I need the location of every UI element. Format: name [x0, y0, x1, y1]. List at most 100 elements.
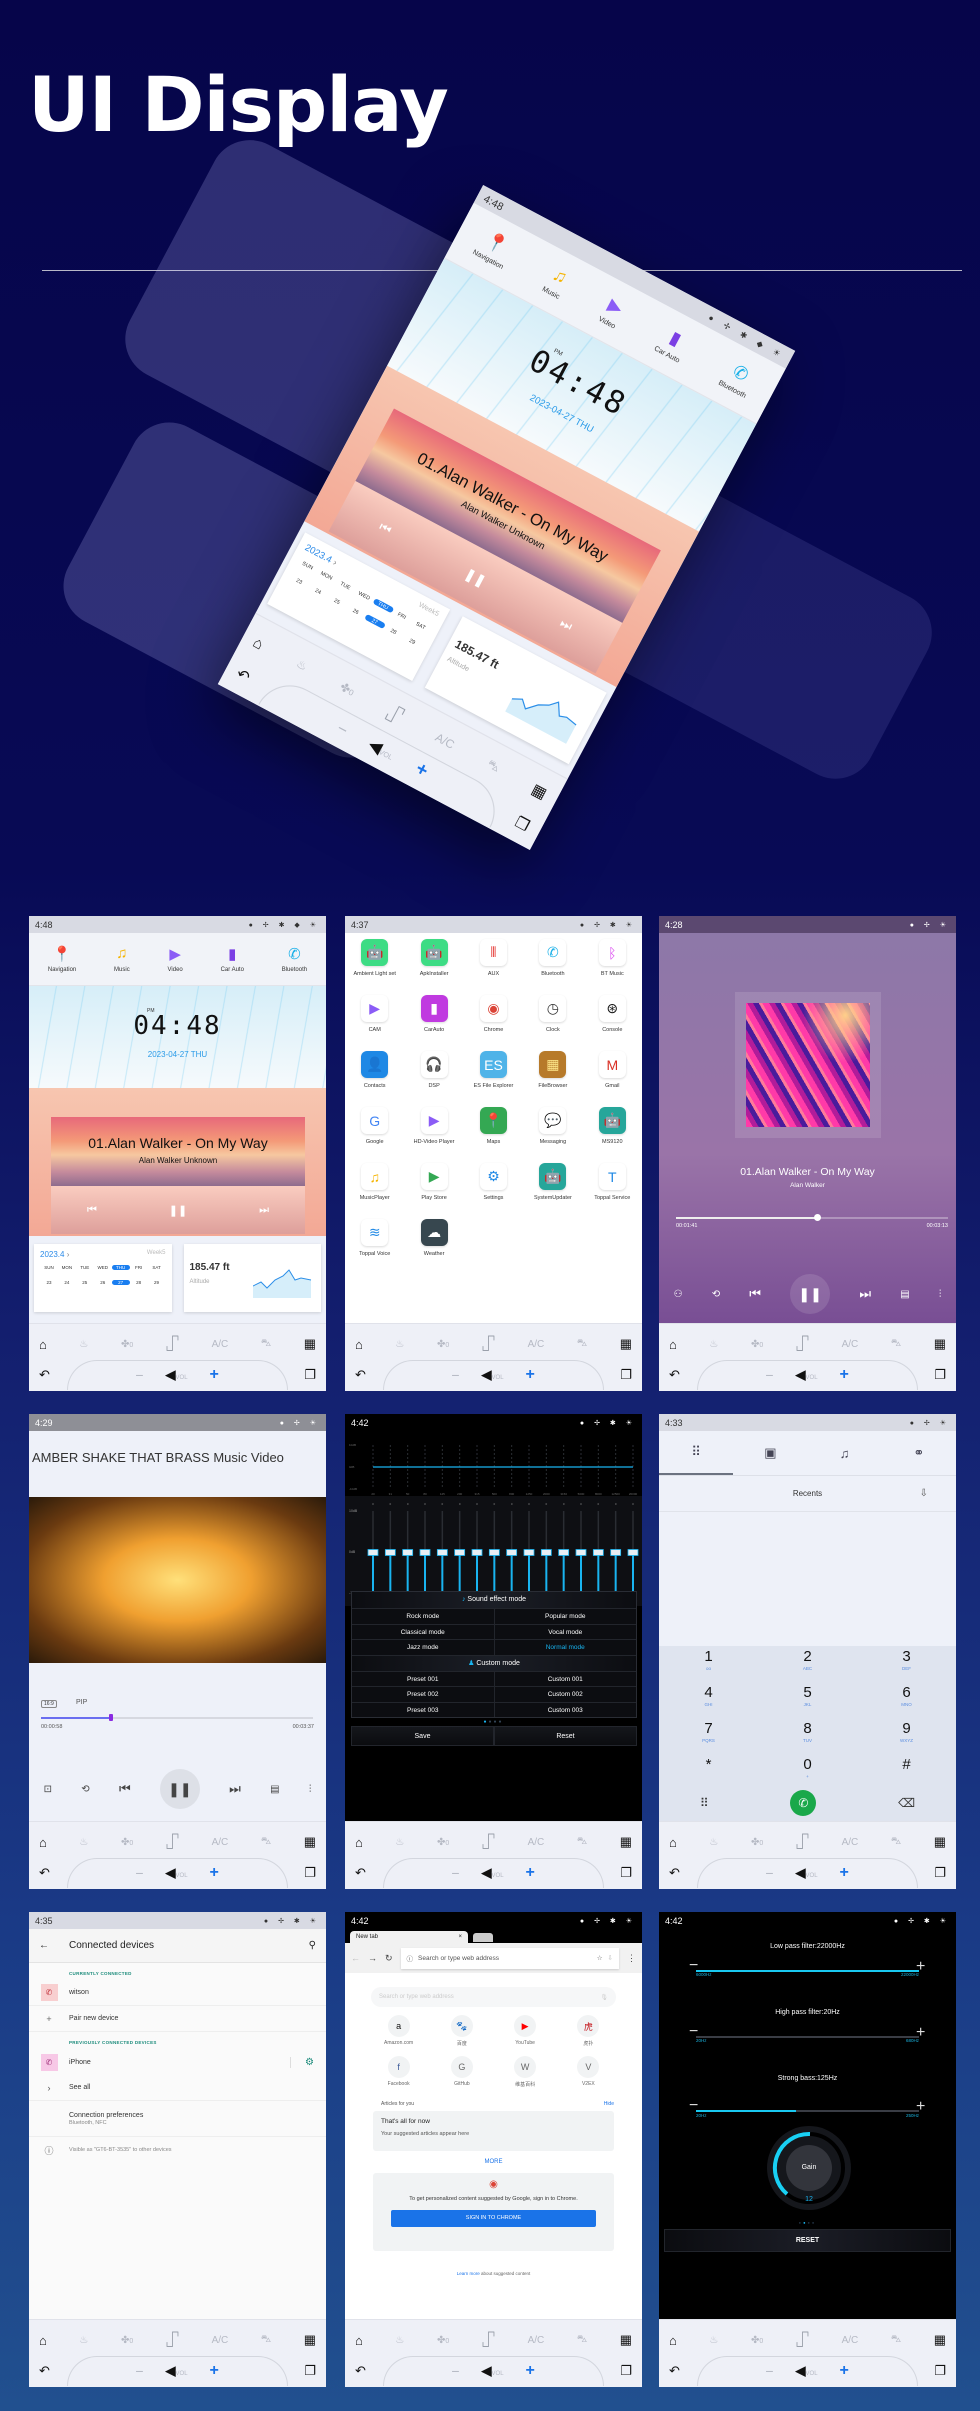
recent-apps-icon[interactable]: ❐ [934, 1865, 946, 1881]
dial-key[interactable]: 4 GHI [659, 1685, 758, 1721]
mic-icon[interactable]: 🎙 [600, 1994, 608, 2001]
filter-slider[interactable] [696, 1970, 919, 1972]
next-icon[interactable]: ⏭ [229, 1781, 241, 1797]
car-icon[interactable]: ⛍ [891, 1338, 901, 1351]
apps-grid-icon[interactable]: ▦ [934, 1834, 946, 1850]
volume-down-button[interactable]: − [135, 1367, 143, 1383]
band-slider-knob[interactable] [627, 1549, 639, 1556]
new-tab-button[interactable] [473, 1933, 493, 1942]
app-messaging[interactable]: 💬 Messaging [523, 1107, 582, 1163]
search-icon[interactable]: ⚲ [309, 1940, 316, 1951]
volume-down-button[interactable]: − [334, 718, 352, 739]
seat-icon[interactable]: ⑀ [796, 1829, 809, 1855]
car-icon[interactable]: ⛍ [484, 757, 502, 776]
pause-button[interactable]: ❚❚ [790, 1274, 831, 1314]
band-slider-knob[interactable] [402, 1549, 414, 1556]
seat-icon[interactable]: ⑀ [796, 2327, 809, 2353]
volume-up-button[interactable]: + [210, 2362, 219, 2380]
previous-icon[interactable]: ⏮ [376, 519, 394, 538]
ac-button[interactable]: A/C [212, 1339, 229, 1350]
mode-popular[interactable]: Popular mode [493, 1609, 637, 1624]
app-carauto[interactable]: ▮ CarAuto [404, 995, 463, 1051]
fan-icon[interactable]: ✤0 [338, 680, 357, 698]
shortcut-tile[interactable]: a Amazon.com [367, 2015, 430, 2056]
back-icon[interactable]: ↶ [39, 2363, 50, 2379]
calendar-date[interactable]: 29 [402, 634, 424, 649]
app-filebrowser[interactable]: ▦ FileBrowser [523, 1051, 582, 1107]
fan-icon[interactable]: ✤0 [437, 1339, 449, 1350]
fan-icon[interactable]: ✤0 [121, 1339, 133, 1350]
app-bluetooth[interactable]: ✆ Bluetooth [282, 945, 307, 973]
gain-knob[interactable]: Gain 12 [767, 2126, 851, 2210]
home-icon[interactable]: ⌂ [355, 1835, 363, 1850]
connection-preferences[interactable]: Connection preferences Bluetooth, NFC [29, 2101, 326, 2137]
car-icon[interactable]: ⛍ [891, 2334, 901, 2347]
back-icon[interactable]: ↶ [39, 1367, 50, 1383]
app-cam[interactable]: ▶ CAM [345, 995, 404, 1051]
band-slider-knob[interactable] [471, 1549, 483, 1556]
app-dsp[interactable]: 🎧 DSP [404, 1051, 463, 1107]
device-iphone[interactable]: ✆ iPhone ⚙ [29, 2049, 326, 2075]
recent-apps-icon[interactable]: ❐ [620, 2363, 632, 2379]
volume-up-button[interactable]: + [840, 1864, 849, 1882]
next-icon[interactable]: ⏭ [259, 1204, 269, 1217]
tab-link[interactable]: ⚭ [882, 1431, 956, 1475]
band-slider-knob[interactable] [454, 1549, 466, 1556]
band-slider-knob[interactable] [506, 1549, 518, 1556]
car-icon[interactable]: ⛍ [577, 1836, 587, 1849]
seat-icon[interactable]: ⑀ [166, 1331, 179, 1357]
app-video[interactable]: ▶ Video [597, 293, 629, 331]
dial-key[interactable]: 5 JKL [758, 1685, 857, 1721]
app-car-auto[interactable]: ▮ Car Auto [653, 322, 693, 365]
recent-apps-icon[interactable]: ❐ [512, 813, 533, 836]
dial-key[interactable]: 2 ABC [758, 1649, 857, 1685]
dial-key[interactable]: 7 PQRS [659, 1721, 758, 1757]
seat-icon[interactable]: ⑀ [482, 1829, 495, 1855]
calendar-date[interactable]: 24 [58, 1280, 76, 1285]
shortcut-tile[interactable]: G GitHub [430, 2056, 493, 2097]
preset-002[interactable]: Preset 002 [352, 1687, 494, 1702]
shortcut-tile[interactable]: W 维基百科 [494, 2056, 557, 2097]
back-icon[interactable]: ↶ [669, 1865, 680, 1881]
fan-icon[interactable]: ✤0 [751, 1339, 763, 1350]
artist-icon[interactable]: ⚇ [674, 1289, 683, 1300]
home-icon[interactable]: ⌂ [39, 1337, 47, 1352]
volume-up-button[interactable]: + [210, 1366, 219, 1384]
app-bt-music[interactable]: ᛒ BT Music [583, 939, 642, 995]
home-icon[interactable]: ⌂ [250, 632, 267, 652]
fan-icon[interactable]: ✤0 [437, 2335, 449, 2346]
app-clock[interactable]: ◷ Clock [523, 995, 582, 1051]
seat-icon[interactable]: ⑀ [482, 1331, 495, 1357]
volume-down-button[interactable]: − [765, 1367, 773, 1383]
repeat-icon[interactable]: ⟲ [712, 1289, 720, 1300]
app-google[interactable]: G Google [345, 1107, 404, 1163]
volume-up-button[interactable]: + [526, 2362, 535, 2380]
track-progress[interactable] [676, 1214, 948, 1221]
app-music[interactable]: ♫ Music [541, 263, 573, 301]
dial-key[interactable]: 9 WXYZ [857, 1721, 956, 1757]
playlist-icon[interactable]: ▤ [270, 1784, 279, 1795]
learn-more-link[interactable]: Learn more [457, 2271, 480, 2276]
ac-button[interactable]: A/C [842, 2335, 859, 2346]
music-widget[interactable]: 01.Alan Walker - On My Way Alan Walker U… [29, 1088, 326, 1236]
recent-apps-icon[interactable]: ❐ [304, 1367, 316, 1383]
seat-icon[interactable]: ⑀ [381, 697, 409, 732]
recent-apps-icon[interactable]: ❐ [934, 2363, 946, 2379]
app-car-auto[interactable]: ▮ Car Auto [221, 945, 244, 973]
next-icon[interactable]: ⏭ [859, 1286, 871, 1302]
shortcut-tile[interactable]: V V2EX [557, 2056, 620, 2097]
calendar-date[interactable]: 25 [326, 594, 348, 609]
screenshot-icon[interactable]: ⊡ [44, 1784, 52, 1795]
fan-icon[interactable]: ✤0 [121, 1837, 133, 1848]
recent-apps-icon[interactable]: ❐ [620, 1367, 632, 1383]
app-bluetooth[interactable]: ✆ Bluetooth [523, 939, 582, 995]
hide-link[interactable]: Hide [604, 2101, 614, 2107]
app-play-store[interactable]: ▶ Play Store [404, 1163, 463, 1219]
dial-key[interactable]: 6 MNO [857, 1685, 956, 1721]
tab-dialpad[interactable]: ⠿ [659, 1431, 734, 1475]
app-music[interactable]: ♫ Music [114, 945, 130, 973]
ac-button[interactable]: A/C [433, 731, 457, 752]
defrost-icon[interactable]: ♨ [395, 2335, 404, 2346]
band-slider-knob[interactable] [575, 1549, 587, 1556]
app-navigation[interactable]: 📍 Navigation [48, 945, 76, 973]
